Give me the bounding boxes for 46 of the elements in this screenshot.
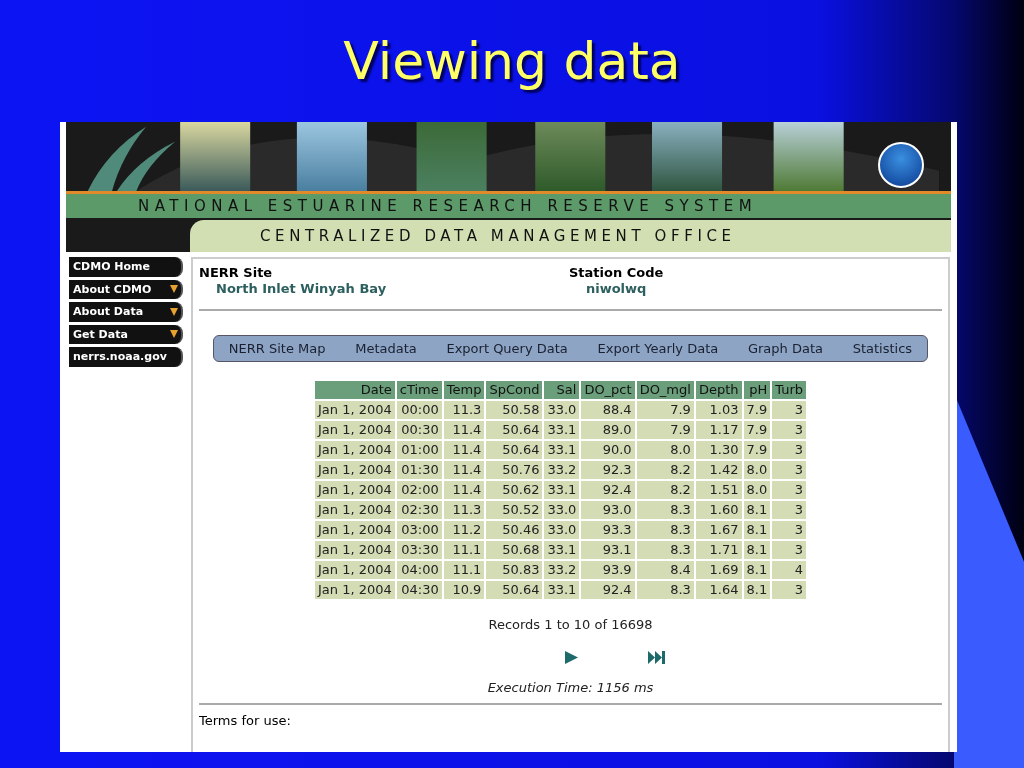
last-page-icon[interactable]: [648, 650, 666, 664]
column-header: cTime: [395, 380, 443, 400]
sidebar-item[interactable]: nerrs.noaa.gov: [69, 347, 183, 367]
table-cell: Jan 1, 2004: [313, 520, 396, 540]
table-cell: Jan 1, 2004: [313, 400, 396, 420]
nav-link[interactable]: Metadata: [355, 338, 417, 359]
field-value: North Inlet Winyah Bay: [215, 281, 388, 297]
nav-link[interactable]: Export Query Data: [446, 338, 568, 359]
dropdown-icon: [170, 306, 178, 317]
column-header: SpCond: [485, 380, 544, 400]
sidebar-item[interactable]: CDMO Home: [69, 257, 183, 277]
dropdown-icon: [170, 284, 178, 295]
table-cell: Jan 1, 2004: [313, 560, 396, 580]
record-count: Records 1 to 10 of 16698: [488, 616, 653, 634]
column-header: pH: [742, 380, 772, 400]
column-header: Turb: [771, 380, 807, 400]
nav-link[interactable]: Graph Data: [747, 338, 823, 359]
sidebar-item[interactable]: Get Data: [69, 324, 183, 344]
table-cell: Jan 1, 2004: [313, 420, 396, 440]
field-value: niwolwq: [585, 281, 647, 297]
dropdown-icon: [170, 329, 178, 340]
banner-subheading: CENTRALIZED DATA MANAGEMENT OFFICE: [190, 220, 951, 252]
sidebar-item[interactable]: About CDMO: [69, 279, 183, 299]
column-header: DO_pct: [580, 380, 636, 400]
banner-heading: NATIONAL ESTUARINE RESEARCH RESERVE SYSTEM: [66, 194, 951, 218]
table-cell: Jan 1, 2004: [313, 440, 396, 460]
table-cell: Jan 1, 2004: [313, 540, 396, 560]
sidebar-item[interactable]: About Data: [69, 302, 183, 322]
column-header: Depth: [694, 380, 743, 400]
table-cell: Jan 1, 2004: [313, 500, 396, 520]
column-header: Sal: [543, 380, 581, 400]
nav-link[interactable]: Statistics: [852, 338, 913, 359]
column-header: Date: [313, 380, 396, 400]
table-cell: Jan 1, 2004: [313, 580, 396, 600]
slide-title: Viewing data: [343, 30, 681, 93]
nav-link[interactable]: NERR Site Map: [228, 338, 326, 359]
field-label: NERR Site: [199, 265, 274, 281]
column-header: DO_mgl: [635, 380, 695, 400]
execution-time: Execution Time: 1156 ms: [487, 678, 654, 697]
terms-heading: Terms for use:: [199, 712, 292, 730]
column-header: Temp: [442, 380, 486, 400]
table-cell: Jan 1, 2004: [313, 460, 396, 480]
nav-link[interactable]: Export Yearly Data: [597, 338, 719, 359]
next-page-icon[interactable]: [565, 650, 578, 664]
table-cell: Jan 1, 2004: [313, 480, 396, 500]
field-label: Station Code: [569, 265, 664, 281]
